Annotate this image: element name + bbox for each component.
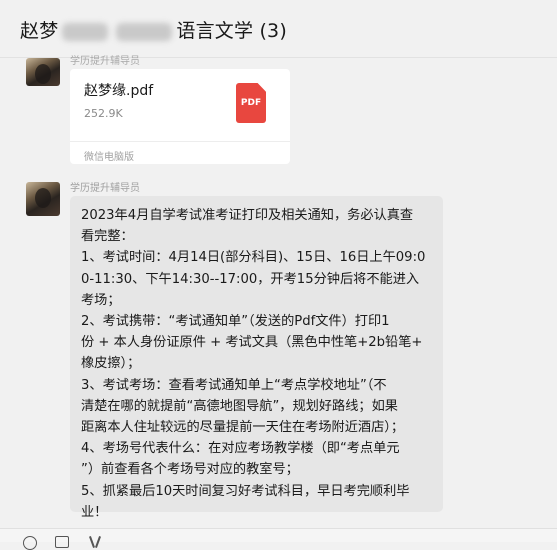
- redacted-name-blur: [116, 22, 173, 41]
- message-line: 5、抓紧最后10天时间复习好考试科目，早日考完顺利毕: [81, 483, 410, 499]
- text-message-bubble[interactable]: 2023年4月自学考试准考证打印及相关通知，务必认真查 看完整： 1、考试时间：…: [70, 196, 443, 520]
- sender-name-partial: 学历提升辅导员: [70, 56, 140, 67]
- message-line: 橡皮擦）；: [81, 356, 141, 372]
- message-line: 业！: [81, 504, 108, 520]
- chat-title-start: 赵梦: [20, 20, 59, 42]
- file-name: 赵梦缘.pdf: [84, 83, 154, 99]
- file-message-card[interactable]: 赵梦缘.pdf 252.9K PDF 微信电脑版: [70, 69, 290, 164]
- redacted-name-blur: [62, 22, 109, 41]
- scissors-icon[interactable]: [88, 536, 102, 548]
- message-line: 考场；: [81, 292, 121, 308]
- chat-title[interactable]: 赵梦 语言文学 (3): [20, 16, 287, 43]
- emoji-icon[interactable]: [23, 536, 37, 550]
- message-line: 2、考试携带：“考试通知单”（发送的Pdf文件）打印1: [81, 314, 390, 330]
- message-line: 2023年4月自学考试准考证打印及相关通知，务必认真查: [81, 208, 414, 223]
- file-source-label: 微信电脑版: [84, 152, 134, 163]
- message-line: 3、考试考场：查看考试通知单上“考点学校地址”（不: [81, 377, 387, 393]
- chat-title-end: 语言文学 (3): [176, 20, 287, 42]
- divider: [70, 141, 290, 142]
- message-line: 距离本人住址较远的尽量提前一天住在考场附近酒店）；: [81, 420, 405, 436]
- message-line: 0-11:30、下午14:30--17:00，开考15分钟后将不能进入: [81, 271, 420, 287]
- message-line: 4、考场号代表什么：在对应考场教学楼（即“考点单元: [81, 441, 400, 457]
- chat-header: 赵梦 语言文学 (3): [0, 0, 557, 58]
- file-size: 252.9K: [84, 107, 123, 120]
- avatar[interactable]: [26, 58, 60, 86]
- message-list[interactable]: 学历提升辅导员 赵梦缘.pdf 252.9K PDF 微信电脑版 学历提升辅导员…: [0, 56, 557, 528]
- pdf-file-icon: PDF: [236, 83, 266, 123]
- pdf-icon-label: PDF: [240, 98, 262, 108]
- message-line: ”）前查看各个考场号对应的教室号；: [81, 462, 299, 478]
- message-line: 看完整：: [81, 229, 134, 245]
- message-line: 清楚在哪的就提前“高德地图导航”，规划好路线；如果: [81, 398, 398, 414]
- message-line: 份 + 本人身份证原件 + 考试文具（黑色中性笔+2b铅笔+: [81, 335, 423, 351]
- folder-icon[interactable]: [55, 536, 69, 548]
- avatar[interactable]: [26, 182, 60, 216]
- message-line: 1、考试时间：4月14日(部分科目)、15日、16日上午09:0: [81, 250, 426, 266]
- sender-name: 学历提升辅导员: [70, 183, 140, 194]
- input-toolbar: [0, 528, 557, 550]
